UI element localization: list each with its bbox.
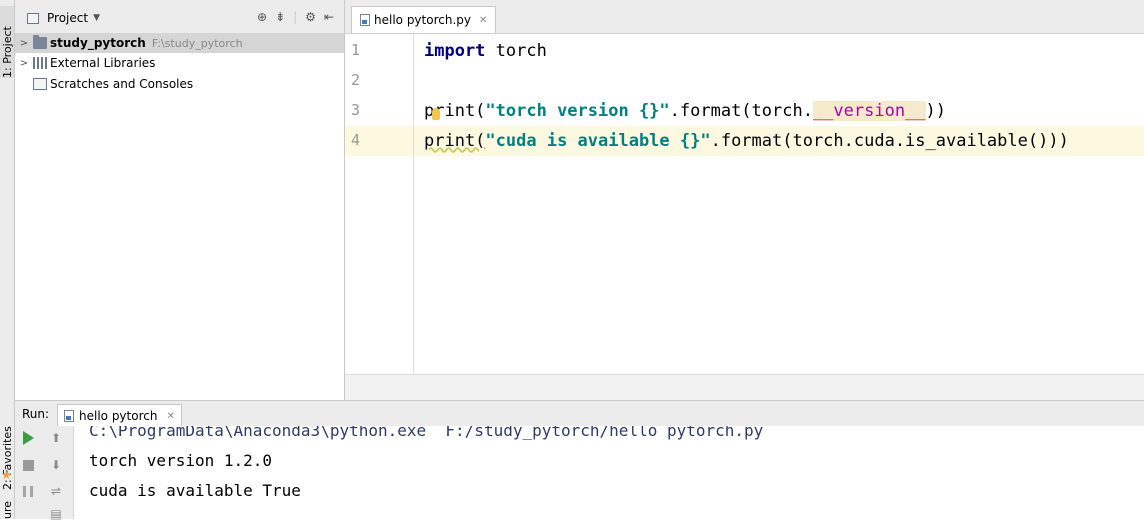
console-output-line: cuda is available True — [89, 481, 301, 500]
editor-bottom-bar — [345, 374, 1144, 401]
left-tool-strip: 1: Project 2: Favorites ★ ure — [0, 0, 15, 519]
close-icon[interactable]: ✕ — [479, 15, 487, 26]
console-output-line: torch version 1.2.0 — [89, 451, 273, 470]
code-string: "torch version {}" — [485, 101, 670, 121]
editor-tab-hello-pytorch[interactable]: hello pytorch.py ✕ — [351, 6, 497, 33]
intention-bulb-icon[interactable] — [432, 108, 440, 120]
code-text: print( — [424, 131, 486, 151]
stop-icon — [22, 459, 34, 471]
chevron-down-icon: ▼ — [93, 13, 100, 23]
line-number: 2 — [351, 71, 361, 89]
tree-item-scratches[interactable]: Scratches and Consoles — [15, 74, 344, 94]
gear-icon[interactable]: ⚙ — [305, 10, 316, 24]
scratches-icon — [33, 78, 47, 90]
collapse-all-icon[interactable]: ⇟ — [275, 10, 285, 24]
library-icon — [33, 57, 47, 69]
tree-item-study-pytorch[interactable]: > study_pytorch F:\study_pytorch — [15, 33, 344, 53]
structure-tool-tab-label: ure — [0, 500, 14, 519]
print-button[interactable]: ▤ — [48, 506, 64, 522]
line-number-gutter: 1 2 3 4 — [345, 34, 414, 374]
tree-item-label: study_pytorch — [50, 36, 146, 50]
play-icon — [22, 431, 34, 445]
project-tool-tab-label: 1: Project — [0, 26, 14, 78]
editor-tab-bar: hello pytorch.py ✕ — [345, 0, 1144, 34]
project-view-icon — [27, 12, 39, 24]
project-view-selector[interactable]: Project ▼ — [25, 11, 100, 25]
code-dunder: __version__ — [812, 101, 926, 121]
project-tool-tab[interactable]: 1: Project — [0, 6, 14, 78]
python-file-icon — [360, 14, 370, 26]
code-text: torch — [485, 41, 547, 61]
locate-icon[interactable]: ⊕ — [257, 10, 267, 24]
code-keyword: import — [424, 41, 486, 61]
tree-item-path-hint: F:\study_pytorch — [151, 36, 243, 50]
line-number: 1 — [351, 41, 361, 59]
code-string: "cuda is available {}" — [485, 131, 711, 151]
console-output-line: C:\ProgramData\Anaconda3\python.exe F:/s… — [89, 426, 764, 440]
stop-button[interactable] — [20, 457, 36, 473]
scroll-up-button[interactable]: ⬆ — [48, 430, 64, 446]
soft-wrap-button[interactable]: ⇌ — [48, 483, 64, 499]
pause-icon — [23, 485, 33, 497]
line-number: 3 — [351, 101, 361, 119]
close-icon[interactable]: ✕ — [166, 411, 174, 422]
code-text: .format(torch. — [669, 101, 813, 121]
run-panel-label: Run: — [22, 407, 50, 421]
tree-item-label: Scratches and Consoles — [50, 77, 194, 91]
code-line-3[interactable]: print("torch version {}".format(torch.__… — [424, 101, 946, 121]
line-number: 4 — [351, 131, 361, 149]
code-line-4[interactable]: print("cuda is available {}".format(torc… — [424, 131, 1069, 151]
code-text: .format(torch.cuda.is_available())) — [710, 131, 1069, 151]
tree-item-external-libraries[interactable]: > External Libraries — [15, 53, 344, 73]
run-tab-label: hello pytorch — [79, 409, 158, 423]
code-line-1[interactable]: import torch — [424, 41, 547, 61]
code-text: )) — [925, 101, 947, 121]
pause-button[interactable] — [20, 483, 36, 499]
folder-icon — [33, 35, 47, 49]
project-panel: Project ▼ ⊕ ⇟ | ⚙ ⇤ > study_pytorch F:\s… — [15, 0, 345, 400]
python-run-icon — [64, 410, 74, 422]
chevron-right-icon[interactable]: > — [17, 38, 31, 49]
project-panel-title: Project — [47, 11, 89, 25]
run-panel-header: Run: hello pytorch ✕ — [15, 400, 1144, 427]
hide-panel-icon[interactable]: ⇤ — [324, 10, 334, 24]
tree-item-label: External Libraries — [50, 56, 156, 70]
run-console[interactable]: C:\ProgramData\Anaconda3\python.exe F:/s… — [74, 426, 1144, 519]
rerun-button[interactable] — [20, 430, 36, 446]
project-panel-header: Project ▼ ⊕ ⇟ | ⚙ ⇤ — [15, 0, 344, 34]
run-toolbar: ⬆ ⬇ ⇌ ▤ — [15, 426, 74, 522]
scroll-down-button[interactable]: ⬇ — [48, 457, 64, 473]
editor-tab-label: hello pytorch.py — [374, 13, 471, 27]
chevron-right-icon[interactable]: > — [17, 58, 31, 69]
structure-tool-tab[interactable]: ure — [0, 494, 14, 519]
run-tab-hello-pytorch[interactable]: hello pytorch ✕ — [57, 404, 182, 427]
star-icon: ★ — [1, 468, 12, 482]
header-divider: | — [293, 10, 298, 24]
